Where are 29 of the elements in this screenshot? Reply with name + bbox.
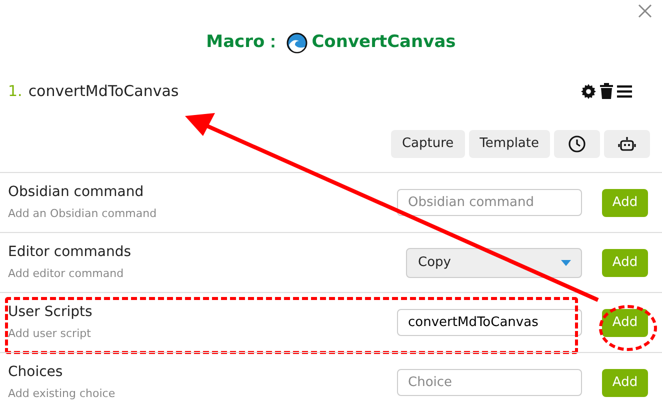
settings-icon[interactable] xyxy=(581,84,596,99)
toolbar-button[interactable]: Template xyxy=(468,130,550,158)
wave-icon xyxy=(286,32,308,54)
close-icon[interactable] xyxy=(638,4,652,18)
clock-icon xyxy=(568,135,586,153)
highlight-ring xyxy=(599,305,657,351)
setting-title: User Scripts xyxy=(8,303,94,322)
toolbar-button[interactable]: Capture xyxy=(390,130,465,158)
clock-button[interactable] xyxy=(554,130,600,158)
dropdown[interactable]: Copy xyxy=(406,248,582,278)
menu-icon[interactable] xyxy=(617,84,632,98)
title-prefix: Macro： xyxy=(206,31,282,54)
caret-icon xyxy=(561,260,571,266)
command-name: convertMdToCanvas xyxy=(28,81,180,102)
command-index: 1. xyxy=(8,81,22,102)
setting-title: Editor commands xyxy=(8,243,132,262)
setting-title: Obsidian command xyxy=(8,183,145,202)
setting-description: Add editor command xyxy=(8,266,125,282)
setting-description: Add an Obsidian command xyxy=(8,206,158,222)
input-field[interactable]: convertMdToCanvas xyxy=(397,309,582,336)
robot-icon xyxy=(618,135,636,153)
setting-description: Add user script xyxy=(8,326,92,342)
macro-name: ConvertCanvas xyxy=(312,31,456,54)
setting-title: Choices xyxy=(8,363,64,382)
input-field[interactable]: Choice xyxy=(397,369,582,396)
setting-description: Add existing choice xyxy=(8,386,116,402)
robot-button[interactable] xyxy=(604,130,650,158)
delete-icon[interactable] xyxy=(600,83,613,100)
input-field[interactable]: Obsidian command xyxy=(397,189,582,216)
